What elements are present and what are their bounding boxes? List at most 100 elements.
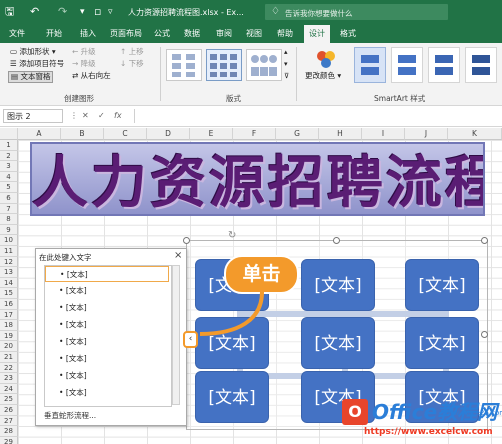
row-header[interactable]: 4 <box>0 171 18 183</box>
column-header[interactable]: C <box>104 128 147 140</box>
layouts-more-icon[interactable]: ⊽ <box>284 71 289 81</box>
text-pane-toggle-button[interactable]: ‹ <box>183 331 198 348</box>
row-header[interactable]: 14 <box>0 277 18 289</box>
tab-insert[interactable]: 插入 <box>80 25 96 43</box>
smartart-shape[interactable]: [文本] <box>405 259 479 311</box>
new-file-icon[interactable]: ▫ <box>94 6 101 18</box>
row-header[interactable]: 17 <box>0 309 18 321</box>
tab-page-layout[interactable]: 页面布局 <box>110 25 142 43</box>
resize-handle[interactable] <box>333 237 340 244</box>
layout-option-2-selected[interactable] <box>206 49 242 81</box>
smartart-shape[interactable]: [文本] <box>301 259 375 311</box>
change-colors-icon[interactable] <box>314 49 338 69</box>
resize-handle[interactable] <box>481 237 488 244</box>
layout-option-1[interactable] <box>166 49 202 81</box>
row-header[interactable]: 9 <box>0 224 18 236</box>
layouts-scroll-down-icon[interactable]: ▾ <box>284 59 288 69</box>
row-header[interactable]: 7 <box>0 203 18 215</box>
row-header[interactable]: 16 <box>0 299 18 310</box>
list-item[interactable]: • [文本] <box>45 334 169 350</box>
redo-icon[interactable]: ↷ <box>58 6 67 18</box>
column-header[interactable]: A <box>18 128 61 140</box>
enter-icon[interactable]: ✓ <box>98 111 105 120</box>
row-header[interactable]: 29 <box>0 436 18 444</box>
row-header[interactable]: 5 <box>0 182 18 193</box>
resize-handle[interactable] <box>183 237 190 244</box>
text-pane[interactable]: 在此处键入文字 × • [文本] • [文本] • [文本] • [文本] • … <box>35 248 187 426</box>
row-header[interactable]: 25 <box>0 394 18 405</box>
smartart-shape[interactable]: [文本] <box>301 317 375 369</box>
tab-review[interactable]: 审阅 <box>216 25 232 43</box>
column-header[interactable]: I <box>362 128 405 140</box>
column-header[interactable]: D <box>147 128 190 140</box>
cancel-icon[interactable]: ✕ <box>82 111 89 120</box>
row-header[interactable]: 2 <box>0 150 18 162</box>
layout-option-3[interactable] <box>246 49 282 81</box>
change-colors-button[interactable]: 更改颜色 ▾ <box>305 71 341 81</box>
column-header[interactable]: F <box>233 128 276 140</box>
close-icon[interactable]: × <box>174 250 182 261</box>
layout-name-link[interactable]: 垂直蛇形流程... <box>44 410 96 421</box>
list-item[interactable]: • [文本] <box>45 266 169 282</box>
promote-button[interactable]: ← 升级 <box>72 47 96 57</box>
tab-help[interactable]: 帮助 <box>277 25 293 43</box>
text-pane-button[interactable]: ▤ 文本窗格 <box>8 71 54 83</box>
row-header[interactable]: 1 <box>0 140 18 151</box>
list-item[interactable]: • [文本] <box>45 317 169 333</box>
row-header[interactable]: 3 <box>0 161 18 172</box>
list-item[interactable]: • [文本] <box>45 351 169 367</box>
select-all-corner[interactable] <box>0 128 18 140</box>
row-header[interactable]: 13 <box>0 267 18 278</box>
row-header[interactable]: 22 <box>0 362 18 374</box>
row-header[interactable]: 24 <box>0 383 18 395</box>
move-down-button[interactable]: ↓ 下移 <box>120 59 144 69</box>
row-header[interactable]: 6 <box>0 193 18 204</box>
text-pane-list[interactable]: • [文本] • [文本] • [文本] • [文本] • [文本] • [文本… <box>44 265 172 407</box>
list-item[interactable]: • [文本] <box>45 283 169 299</box>
smartart-style-3[interactable] <box>428 47 460 83</box>
smartart-style-2[interactable] <box>391 47 423 83</box>
column-header[interactable]: E <box>190 128 233 140</box>
tab-design[interactable]: 设计 <box>304 25 330 43</box>
column-header[interactable]: B <box>61 128 104 140</box>
customize-quick-access-icon[interactable]: ▾ <box>80 6 85 18</box>
row-header[interactable]: 28 <box>0 426 18 437</box>
row-header[interactable]: 19 <box>0 330 18 342</box>
tell-me-search[interactable]: ♢ 告诉我你想要做什么 <box>265 4 448 20</box>
layouts-scroll-up-icon[interactable]: ▴ <box>284 47 288 57</box>
add-bullet-button[interactable]: ☰ 添加项目符号 <box>10 59 64 69</box>
insert-function-icon[interactable]: fx <box>114 111 122 120</box>
title-banner[interactable]: 人力资源招聘流程图 <box>30 142 485 216</box>
tab-format[interactable]: 格式 <box>340 25 356 43</box>
row-header[interactable]: 20 <box>0 341 18 352</box>
tab-view[interactable]: 视图 <box>246 25 262 43</box>
row-header[interactable]: 27 <box>0 415 18 427</box>
smartart-style-4[interactable] <box>465 47 497 83</box>
column-header[interactable]: J <box>405 128 448 140</box>
more-options-icon[interactable]: ⋮ <box>70 111 78 120</box>
row-header[interactable]: 21 <box>0 352 18 363</box>
row-header[interactable]: 11 <box>0 246 18 257</box>
tab-home[interactable]: 开始 <box>46 25 62 43</box>
column-header[interactable]: G <box>276 128 319 140</box>
list-item[interactable]: • [文本] <box>45 368 169 384</box>
row-header[interactable]: 23 <box>0 373 18 384</box>
demote-button[interactable]: → 降级 <box>72 59 96 69</box>
row-header[interactable]: 10 <box>0 235 18 246</box>
quick-access-more-icon[interactable]: ▿ <box>108 6 113 18</box>
tab-data[interactable]: 数据 <box>184 25 200 43</box>
move-up-button[interactable]: ↑ 上移 <box>120 47 144 57</box>
tab-file[interactable]: 文件 <box>9 25 25 43</box>
tab-formulas[interactable]: 公式 <box>154 25 170 43</box>
row-header[interactable]: 12 <box>0 256 18 268</box>
list-item[interactable]: • [文本] <box>45 385 169 401</box>
list-item[interactable]: • [文本] <box>45 300 169 316</box>
formula-input[interactable] <box>134 109 497 123</box>
row-header[interactable]: 15 <box>0 288 18 299</box>
resize-handle[interactable] <box>481 331 488 338</box>
right-to-left-button[interactable]: ⇄ 从右向左 <box>72 71 111 81</box>
row-header[interactable]: 8 <box>0 214 18 225</box>
row-header[interactable]: 18 <box>0 320 18 331</box>
undo-icon[interactable]: ↶ <box>30 6 39 18</box>
name-box[interactable]: 图示 2 <box>3 109 63 123</box>
